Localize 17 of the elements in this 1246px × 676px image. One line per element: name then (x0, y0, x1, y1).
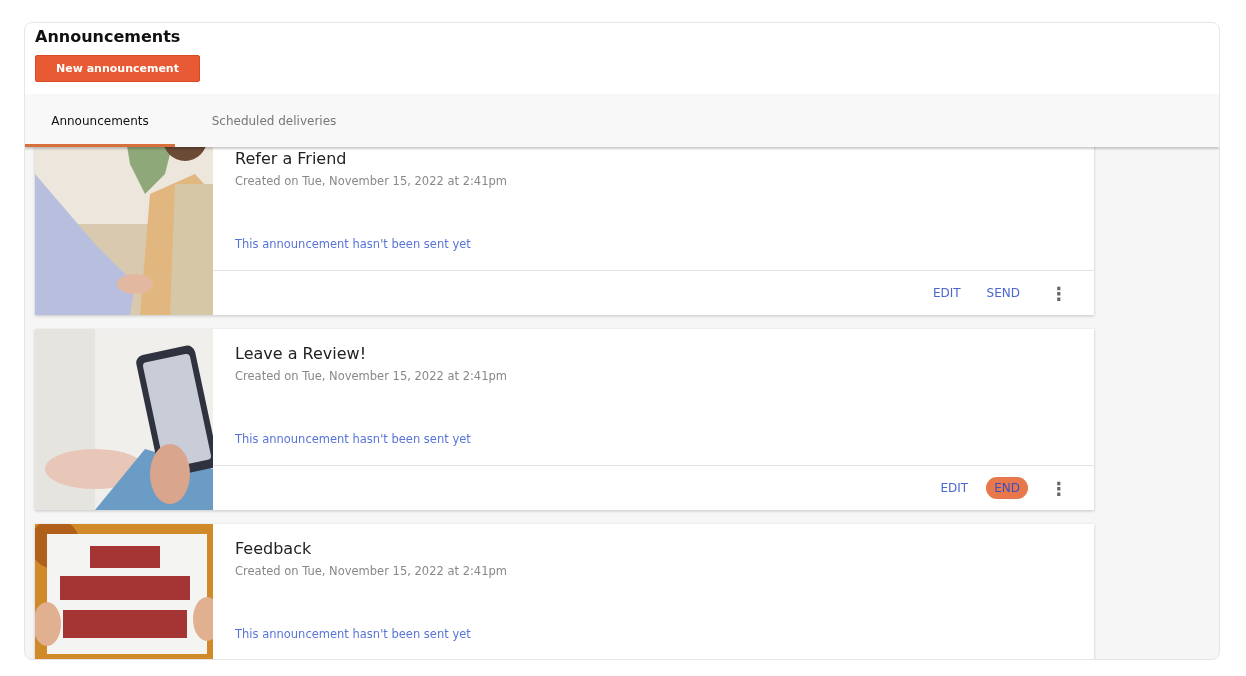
status-text: This announcement hasn't been sent yet (235, 237, 472, 251)
tab[interactable]: Scheduled deliveries (175, 94, 373, 147)
more-menu-button[interactable]: ⋮ (1046, 477, 1072, 499)
created-date: Created on Tue, November 15, 2022 at 2:41pm (235, 174, 508, 188)
status-text: This announcement hasn't been sent yet (235, 432, 472, 446)
created-date: Created on Tue, November 15, 2022 at 2:41pm (235, 369, 508, 383)
announcement-title: Feedback (235, 539, 313, 558)
more-menu-button[interactable]: ⋮ (1046, 282, 1072, 304)
page-title: Announcements (35, 27, 182, 46)
announcement-title: Refer a Friend (235, 149, 348, 168)
action-button[interactable]: EDIT (924, 282, 969, 304)
status-text: This announcement hasn't been sent yet (235, 627, 472, 641)
action-button[interactable]: EDIT (932, 477, 977, 499)
new-announcement-button[interactable]: New announcement (35, 55, 200, 82)
created-date: Created on Tue, November 15, 2022 at 2:41pm (235, 564, 508, 578)
action-button[interactable]: SEND (978, 282, 1028, 304)
announcement-title: Leave a Review! (235, 344, 368, 363)
